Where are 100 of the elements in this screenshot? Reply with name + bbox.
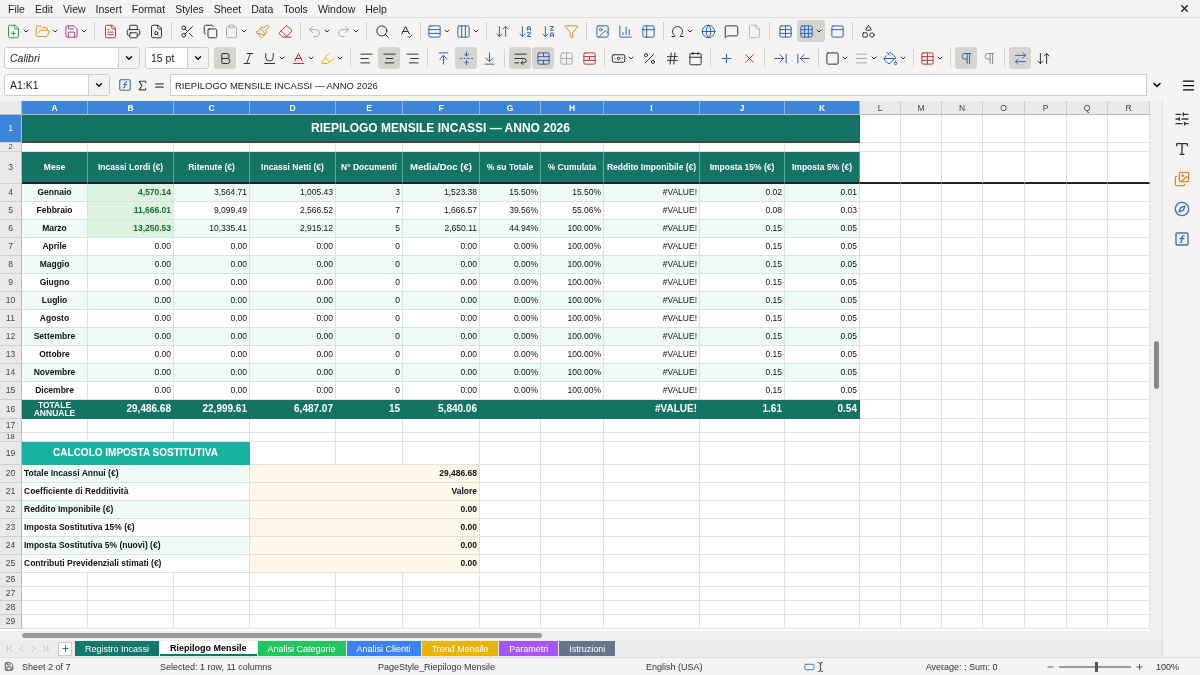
- column-header[interactable]: M: [901, 101, 942, 115]
- table-cell: 0.05: [785, 292, 860, 310]
- table-cell: 0.00: [250, 382, 336, 400]
- table-cell: 0.01: [785, 184, 860, 202]
- table-cell: 0.05: [785, 274, 860, 292]
- row-header[interactable]: 13: [0, 346, 22, 364]
- table-cell: 100.00%: [541, 256, 604, 274]
- row-header[interactable]: 22: [0, 501, 22, 519]
- sheet-tab[interactable]: Riepilogo Mensile: [160, 641, 257, 657]
- table-cell: #VALUE!: [604, 238, 700, 256]
- row-header[interactable]: 10: [0, 292, 22, 310]
- column-header[interactable]: C: [174, 101, 250, 115]
- row-header[interactable]: 3: [0, 152, 22, 184]
- table-cell: 0.00: [174, 382, 250, 400]
- table-cell: #VALUE!: [604, 328, 700, 346]
- table-cell: 0.00: [250, 519, 480, 537]
- table-cell: 1,666.57: [403, 202, 480, 220]
- row-header[interactable]: 12: [0, 328, 22, 346]
- column-header[interactable]: L: [860, 101, 901, 115]
- row-header[interactable]: 20: [0, 465, 22, 483]
- column-header[interactable]: J: [700, 101, 785, 115]
- table-cell: #VALUE!: [604, 346, 700, 364]
- row-header[interactable]: 23: [0, 519, 22, 537]
- row-header[interactable]: 6: [0, 220, 22, 238]
- font-size-field[interactable]: 15 pt: [145, 47, 209, 69]
- row-header[interactable]: 15: [0, 382, 22, 400]
- name-box[interactable]: A1:K1: [4, 74, 110, 96]
- column-header[interactable]: A: [22, 101, 88, 115]
- table-cell: 0.00: [403, 328, 480, 346]
- sheet-tab[interactable]: Analisi Clienti: [346, 641, 421, 657]
- column-header[interactable]: Q: [1067, 101, 1108, 115]
- table-cell: Maggio: [22, 256, 88, 274]
- row-header[interactable]: 11: [0, 310, 22, 328]
- column-header[interactable]: H: [541, 101, 604, 115]
- row-header[interactable]: 26: [0, 573, 22, 587]
- table-cell: 1,523.38: [403, 184, 480, 202]
- formula-field[interactable]: RIEPILOGO MENSILE INCASSI — ANNO 2026: [170, 74, 1147, 96]
- table-cell: 0.00: [403, 274, 480, 292]
- table-cell: 15: [336, 400, 403, 419]
- table-cell: 1.61: [700, 400, 785, 419]
- row-header[interactable]: 5: [0, 202, 22, 220]
- sum-status: Average: ; Sum: 0: [925, 661, 999, 672]
- table-cell: Febbraio: [22, 202, 88, 220]
- row-header[interactable]: 14: [0, 364, 22, 382]
- table-cell: 0.02: [700, 184, 785, 202]
- column-header[interactable]: O: [983, 101, 1025, 115]
- column-header[interactable]: P: [1025, 101, 1067, 115]
- row-header[interactable]: 16: [0, 400, 22, 419]
- menu-item[interactable]: Help: [361, 2, 391, 15]
- row-header[interactable]: 9: [0, 274, 22, 292]
- menu-item[interactable]: Edit: [30, 2, 57, 15]
- table-cell: 22,999.61: [174, 400, 250, 419]
- menu-item[interactable]: Styles: [171, 2, 208, 15]
- menu-item[interactable]: View: [59, 2, 90, 15]
- menu-item[interactable]: Sheet: [209, 2, 246, 15]
- menu-item[interactable]: Data: [247, 2, 278, 15]
- table-cell: 0.00: [403, 292, 480, 310]
- row-header[interactable]: 24: [0, 537, 22, 555]
- sheet-tab[interactable]: Istruzioni: [559, 641, 616, 657]
- table-cell: 0.00: [250, 537, 480, 555]
- row-header[interactable]: 29: [0, 615, 22, 629]
- column-header[interactable]: D: [250, 101, 336, 115]
- font-name-field[interactable]: Calibri: [4, 47, 140, 69]
- table-cell: Novembre: [22, 364, 88, 382]
- section-heading: CALCOLO IMPOSTA SOSTITUTIVA: [22, 442, 250, 465]
- row-header[interactable]: 27: [0, 587, 22, 601]
- table-cell: Coefficiente di Redditività: [22, 483, 250, 501]
- column-header[interactable]: G: [480, 101, 541, 115]
- column-header[interactable]: N: [942, 101, 983, 115]
- sheet-tab[interactable]: Registro Incassi: [75, 641, 160, 657]
- column-header[interactable]: B: [88, 101, 174, 115]
- row-header[interactable]: 4: [0, 184, 22, 202]
- table-cell: 0.00: [403, 238, 480, 256]
- menu-item[interactable]: Format: [127, 2, 170, 15]
- table-cell: #VALUE!: [604, 400, 700, 419]
- table-cell: 10,335.41: [174, 220, 250, 238]
- column-header[interactable]: I: [604, 101, 700, 115]
- row-header[interactable]: 28: [0, 601, 22, 615]
- table-cell: 3,564.71: [174, 184, 250, 202]
- menu-item[interactable]: Tools: [279, 2, 312, 15]
- row-header[interactable]: 7: [0, 238, 22, 256]
- table-cell: 29,486.68: [250, 465, 480, 483]
- menu-item[interactable]: Insert: [91, 2, 126, 15]
- menu-item[interactable]: File: [4, 2, 29, 15]
- table-cell: 0.05: [785, 238, 860, 256]
- column-header[interactable]: R: [1108, 101, 1150, 115]
- row-header[interactable]: 17: [0, 419, 22, 433]
- row-header[interactable]: 8: [0, 256, 22, 274]
- row-header[interactable]: 19: [0, 442, 22, 465]
- column-header[interactable]: E: [336, 101, 403, 115]
- row-header[interactable]: 25: [0, 555, 22, 573]
- row-header[interactable]: 21: [0, 483, 22, 501]
- table-cell: 0.00: [250, 238, 336, 256]
- table-cell: 0.15: [700, 256, 785, 274]
- column-header[interactable]: K: [785, 101, 860, 115]
- sheet-tab[interactable]: Parametri: [499, 641, 559, 657]
- row-header[interactable]: 1: [0, 115, 22, 143]
- column-header[interactable]: F: [403, 101, 480, 115]
- table-cell: 100.00%: [541, 364, 604, 382]
- menu-item[interactable]: Window: [313, 2, 360, 15]
